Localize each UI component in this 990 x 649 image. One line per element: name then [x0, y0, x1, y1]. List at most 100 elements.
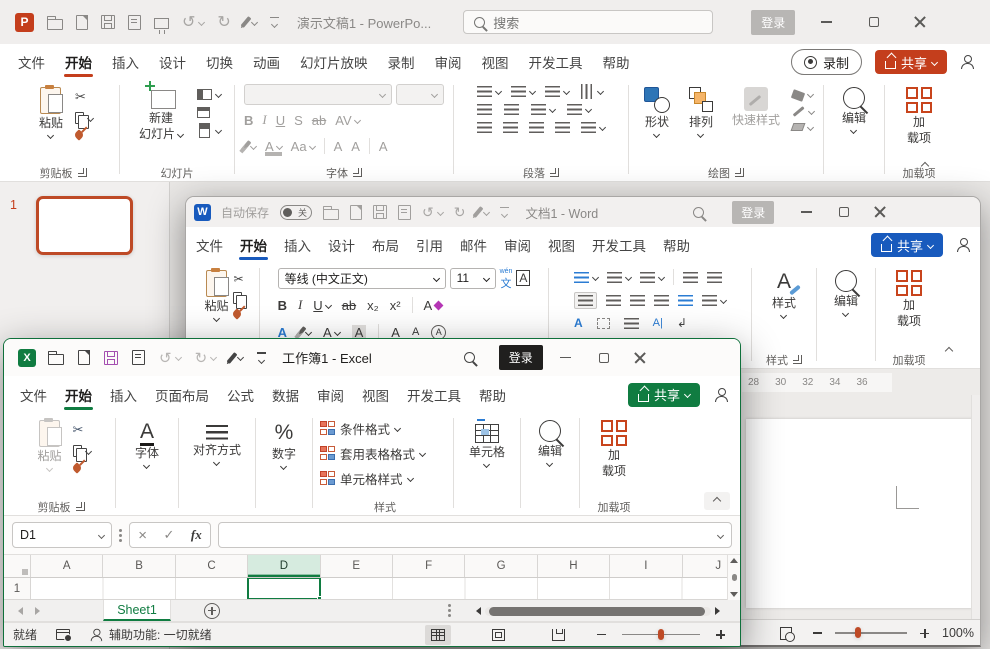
- touch-mode-button[interactable]: [476, 206, 489, 218]
- insert-function-button[interactable]: fx: [191, 527, 202, 543]
- show-marks-button[interactable]: A|: [653, 317, 663, 329]
- collapse-ribbon-button[interactable]: [912, 157, 938, 175]
- line-spacing-button[interactable]: [702, 295, 726, 306]
- save-button[interactable]: [373, 205, 387, 219]
- scroll-down-icon[interactable]: [730, 592, 738, 597]
- alignment-button[interactable]: 对齐方式: [187, 417, 247, 465]
- ribbon-tab[interactable]: 设计: [157, 44, 188, 80]
- scroll-left-icon[interactable]: [476, 607, 481, 615]
- subscript-button[interactable]: x₂: [367, 298, 379, 313]
- document-page[interactable]: [746, 419, 973, 608]
- grid-cells[interactable]: [31, 578, 727, 599]
- collapse-ribbon-button[interactable]: [936, 342, 962, 360]
- ribbon-tab[interactable]: 引用: [414, 227, 445, 263]
- new-file-button[interactable]: [76, 15, 88, 30]
- cancel-button[interactable]: ×: [138, 527, 147, 544]
- sign-in-button[interactable]: 登录: [732, 201, 774, 224]
- format-painter-button[interactable]: [233, 310, 243, 318]
- zoom-slider-thumb[interactable]: [855, 627, 861, 638]
- zoom-level[interactable]: 100%: [942, 626, 974, 640]
- bold-button[interactable]: B: [244, 113, 253, 128]
- ribbon-tab[interactable]: 切换: [204, 44, 235, 80]
- open-button[interactable]: [47, 15, 63, 30]
- reset-slide-button[interactable]: [197, 107, 221, 118]
- copy-button[interactable]: [73, 445, 91, 457]
- font-size-combo[interactable]: 11: [450, 268, 496, 289]
- ribbon-tab[interactable]: 插入: [282, 227, 313, 263]
- maximize-button[interactable]: [589, 339, 619, 376]
- save-button[interactable]: [101, 15, 115, 29]
- save-button[interactable]: [104, 351, 118, 365]
- column-header[interactable]: A: [31, 555, 103, 577]
- strikethrough-button[interactable]: ab: [312, 113, 326, 128]
- print-button[interactable]: [128, 15, 141, 30]
- arrange-button[interactable]: 排列: [682, 84, 720, 137]
- ribbon-tab[interactable]: 帮助: [601, 44, 632, 80]
- dialog-launcher-icon[interactable]: [735, 168, 744, 177]
- shadow-button[interactable]: S: [294, 113, 303, 128]
- ribbon-tab[interactable]: 邮件: [458, 227, 489, 263]
- record-button[interactable]: 录制: [791, 49, 862, 75]
- clear-formatting-button[interactable]: A: [379, 139, 388, 154]
- copy-button[interactable]: [233, 292, 243, 304]
- zoom-slider[interactable]: [835, 632, 907, 634]
- open-button[interactable]: [323, 205, 339, 220]
- style-menu-item[interactable]: 条件格式: [320, 417, 400, 439]
- minimize-button[interactable]: [792, 197, 820, 227]
- align-text-button[interactable]: [567, 104, 591, 115]
- cut-button[interactable]: ✂: [75, 89, 93, 105]
- zoom-slider[interactable]: [622, 634, 700, 636]
- column-header[interactable]: H: [538, 555, 610, 577]
- column-header[interactable]: B: [103, 555, 175, 577]
- customize-qat-button[interactable]: [257, 352, 266, 363]
- shapes-button[interactable]: 形状: [638, 84, 676, 137]
- scroll-thumb[interactable]: [732, 574, 737, 581]
- ribbon-tab[interactable]: 开始: [63, 44, 94, 80]
- row-header[interactable]: 1: [4, 578, 31, 599]
- quick-styles-button[interactable]: 快速样式: [726, 84, 786, 135]
- decrease-indent-button[interactable]: [477, 104, 492, 115]
- new-file-button[interactable]: [78, 350, 90, 365]
- justify-button[interactable]: [555, 122, 570, 133]
- page-layout-view-button[interactable]: [485, 625, 511, 645]
- shrink-font-button[interactable]: A: [412, 326, 419, 338]
- scroll-right-icon[interactable]: [715, 607, 720, 615]
- name-box[interactable]: D1: [12, 522, 112, 548]
- highlight-color-button[interactable]: [244, 140, 256, 152]
- ribbon-tab[interactable]: 开始: [238, 227, 269, 263]
- paste-button[interactable]: 粘贴: [202, 267, 230, 321]
- bold-button[interactable]: B: [278, 298, 287, 313]
- customize-qat-button[interactable]: [500, 207, 509, 218]
- addins-button[interactable]: 加 载项: [900, 84, 938, 145]
- ribbon-tab[interactable]: 审阅: [502, 227, 533, 263]
- normal-view-button[interactable]: [425, 625, 451, 645]
- sheet-tab-sheet1[interactable]: Sheet1: [103, 600, 171, 621]
- share-button[interactable]: 共享: [871, 233, 943, 257]
- distribute-button[interactable]: [678, 295, 693, 306]
- grow-font-button[interactable]: A: [334, 139, 343, 154]
- slide-layout-button[interactable]: [197, 89, 221, 100]
- numbering-button[interactable]: [511, 86, 535, 97]
- format-painter-button[interactable]: [75, 131, 93, 139]
- column-header[interactable]: E: [321, 555, 393, 577]
- ribbon-tab[interactable]: 审阅: [433, 44, 464, 80]
- align-center-button[interactable]: [606, 295, 621, 306]
- selected-cell-d1[interactable]: [247, 578, 321, 600]
- close-button[interactable]: [625, 339, 655, 376]
- styles-button[interactable]: A 样式: [766, 267, 802, 318]
- increase-indent-button[interactable]: [707, 272, 722, 283]
- horizontal-scroll-thumb[interactable]: [489, 607, 705, 616]
- shading-button[interactable]: A: [574, 316, 583, 330]
- addins-button[interactable]: 加 载项: [890, 267, 928, 328]
- ribbon-tab[interactable]: 录制: [386, 44, 417, 80]
- dialog-launcher-icon[interactable]: [78, 168, 87, 177]
- font-settings-button[interactable]: A 字体: [129, 417, 165, 468]
- collapse-ribbon-button[interactable]: [704, 492, 730, 510]
- print-button[interactable]: [132, 350, 145, 365]
- new-file-button[interactable]: [350, 205, 362, 220]
- people-icon[interactable]: [960, 55, 974, 69]
- text-direction-button[interactable]: [579, 86, 603, 97]
- open-button[interactable]: [48, 350, 64, 365]
- decrease-indent-button[interactable]: [683, 272, 698, 283]
- font-name-combo[interactable]: 等线 (中文正文): [278, 268, 446, 289]
